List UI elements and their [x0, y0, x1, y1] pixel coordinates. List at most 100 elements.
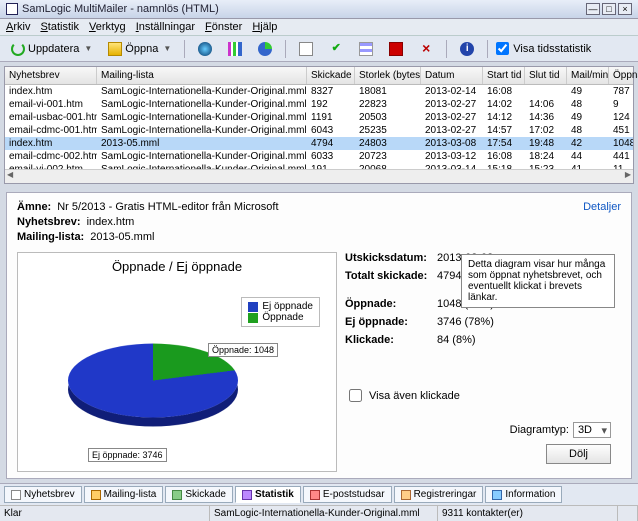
bottom-tabs: Nyhetsbrev Mailing-lista Skickade Statis…	[0, 483, 638, 505]
close-button[interactable]: ×	[618, 3, 632, 15]
legend-ej: Ej öppnade	[262, 301, 313, 312]
table-row[interactable]: index.htmSamLogic-Internationella-Kunder…	[5, 85, 633, 98]
refresh-button[interactable]: Uppdatera ▼	[6, 39, 97, 59]
status-ready: Klar	[0, 506, 210, 521]
diagram-type-select[interactable]: 3D	[573, 422, 611, 438]
check-icon: ✔	[329, 42, 343, 56]
delete-button[interactable]: ×	[414, 39, 438, 59]
window-buttons: — □ ×	[586, 3, 632, 15]
details-link[interactable]: Detaljer	[583, 201, 621, 213]
table-row[interactable]: email-vi-001.htmSamLogic-Internationella…	[5, 98, 633, 111]
col-sluttid[interactable]: Slut tid	[525, 67, 567, 84]
tab-registreringar[interactable]: Registreringar	[394, 486, 484, 503]
col-skickade[interactable]: Skickade	[307, 67, 355, 84]
pie-graphic	[68, 323, 238, 438]
col-oppnade[interactable]: Öppnade	[609, 67, 638, 84]
horizontal-scrollbar[interactable]	[5, 169, 633, 183]
maximize-button[interactable]: □	[602, 3, 616, 15]
menu-installningar[interactable]: Inställningar	[136, 21, 195, 33]
statusbar: Klar SamLogic-Internationella-Kunder-Ori…	[0, 505, 638, 521]
globe-icon	[198, 42, 212, 56]
stop-button[interactable]	[384, 39, 408, 59]
hide-button[interactable]: Dölj	[546, 444, 611, 464]
legend-op: Öppnade	[262, 312, 303, 323]
separator	[285, 40, 286, 58]
note-icon	[299, 42, 313, 56]
newsletter-value: index.htm	[87, 216, 135, 228]
col-nyhetsbrev[interactable]: Nyhetsbrev	[5, 67, 97, 84]
tab-mailing[interactable]: Mailing-lista	[84, 486, 164, 503]
reg-icon	[401, 490, 411, 500]
send-icon	[172, 490, 182, 500]
chart-title: Öppnade / Ej öppnade	[24, 259, 330, 274]
ejopp-value: 3746 (78%)	[437, 316, 494, 328]
toolbar: Uppdatera ▼ Öppna ▼ ✔ × i Visa tidsstati…	[0, 36, 638, 62]
table-row[interactable]: index.htm2013-05.mml4794248032013-03-081…	[5, 137, 633, 150]
klick-value: 84 (8%)	[437, 334, 476, 346]
col-datum[interactable]: Datum	[421, 67, 483, 84]
time-stats-label: Visa tidsstatistik	[513, 43, 591, 55]
diagram-type-label: Diagramtyp:	[510, 424, 569, 436]
minimize-button[interactable]: —	[586, 3, 600, 15]
folder-icon	[108, 42, 122, 56]
klick-label: Klickade:	[345, 334, 437, 346]
tab-epoststudsar[interactable]: E-poststudsar	[303, 486, 392, 503]
col-storlek[interactable]: Storlek (bytes)	[355, 67, 421, 84]
globe-button[interactable]	[193, 39, 217, 59]
table-row[interactable]: email-usbac-001.htmSamLogic-Internatione…	[5, 111, 633, 124]
pie-chart-icon	[258, 42, 272, 56]
show-clicks-input[interactable]	[349, 389, 362, 402]
bars-button[interactable]	[223, 39, 247, 59]
note-button[interactable]	[294, 39, 318, 59]
tab-nyhetsbrev[interactable]: Nyhetsbrev	[4, 486, 82, 503]
window-titlebar: SamLogic MultiMailer - namnlös (HTML) — …	[0, 0, 638, 19]
status-file: SamLogic-Internationella-Kunder-Original…	[210, 506, 438, 521]
status-contacts: 9311 kontakter(er)	[438, 506, 618, 521]
chevron-down-icon: ▼	[163, 44, 171, 53]
menubar: Arkiv Statistik Verktyg Inställningar Fö…	[0, 19, 638, 36]
tab-information[interactable]: Information	[485, 486, 562, 503]
check-button[interactable]: ✔	[324, 39, 348, 59]
menu-hjalp[interactable]: Hjälp	[252, 21, 277, 33]
table-row[interactable]: email-cdmc-001.htmSamLogic-Internationel…	[5, 124, 633, 137]
pie-label-opened: Öppnade: 1048	[208, 343, 278, 357]
subject-label: Ämne:	[17, 201, 51, 213]
menu-arkiv[interactable]: Arkiv	[6, 21, 30, 33]
stats-column: Detta diagram visar hur många som öppnat…	[345, 252, 621, 472]
show-clicks-checkbox[interactable]: Visa även klickade	[345, 386, 621, 405]
col-mailmin[interactable]: Mail/min	[567, 67, 609, 84]
time-stats-checkbox[interactable]: Visa tidsstatistik	[496, 42, 591, 55]
list-button[interactable]	[354, 39, 378, 59]
grid-body[interactable]: index.htmSamLogic-Internationella-Kunder…	[5, 85, 633, 169]
refresh-icon	[11, 42, 25, 56]
grid-header: Nyhetsbrev Mailing-lista Skickade Storle…	[5, 67, 633, 85]
open-label: Öppna	[125, 43, 158, 55]
menu-verktyg[interactable]: Verktyg	[89, 21, 126, 33]
info-icon: i	[460, 42, 474, 56]
details-panel: Detaljer Ämne: Nr 5/2013 - Gratis HTML-ed…	[6, 192, 632, 479]
bar-chart-icon	[228, 42, 242, 56]
menu-fonster[interactable]: Fönster	[205, 21, 242, 33]
ejopp-label: Ej öppnade:	[345, 316, 437, 328]
table-row[interactable]: email-cdmc-002.htmSamLogic-Internationel…	[5, 150, 633, 163]
pie-button[interactable]	[253, 39, 277, 59]
subject-value: Nr 5/2013 - Gratis HTML-editor från Micr…	[57, 201, 278, 213]
time-stats-input[interactable]	[496, 42, 509, 55]
stat-icon	[242, 490, 252, 500]
mail-icon	[91, 490, 101, 500]
open-button[interactable]: Öppna ▼	[103, 39, 176, 59]
totalt-value: 4794	[437, 270, 461, 282]
legend-swatch-blue	[248, 302, 258, 312]
doc-icon	[11, 490, 21, 500]
info-button[interactable]: i	[455, 39, 479, 59]
tab-skickade[interactable]: Skickade	[165, 486, 233, 503]
app-icon	[6, 3, 18, 15]
tab-statistik[interactable]: Statistik	[235, 486, 301, 503]
info-tab-icon	[492, 490, 502, 500]
col-starttid[interactable]: Start tid	[483, 67, 525, 84]
col-mailing[interactable]: Mailing-lista	[97, 67, 307, 84]
separator	[487, 40, 488, 58]
newsletter-grid: Nyhetsbrev Mailing-lista Skickade Storle…	[4, 66, 634, 184]
menu-statistik[interactable]: Statistik	[40, 21, 79, 33]
list-icon	[359, 42, 373, 56]
